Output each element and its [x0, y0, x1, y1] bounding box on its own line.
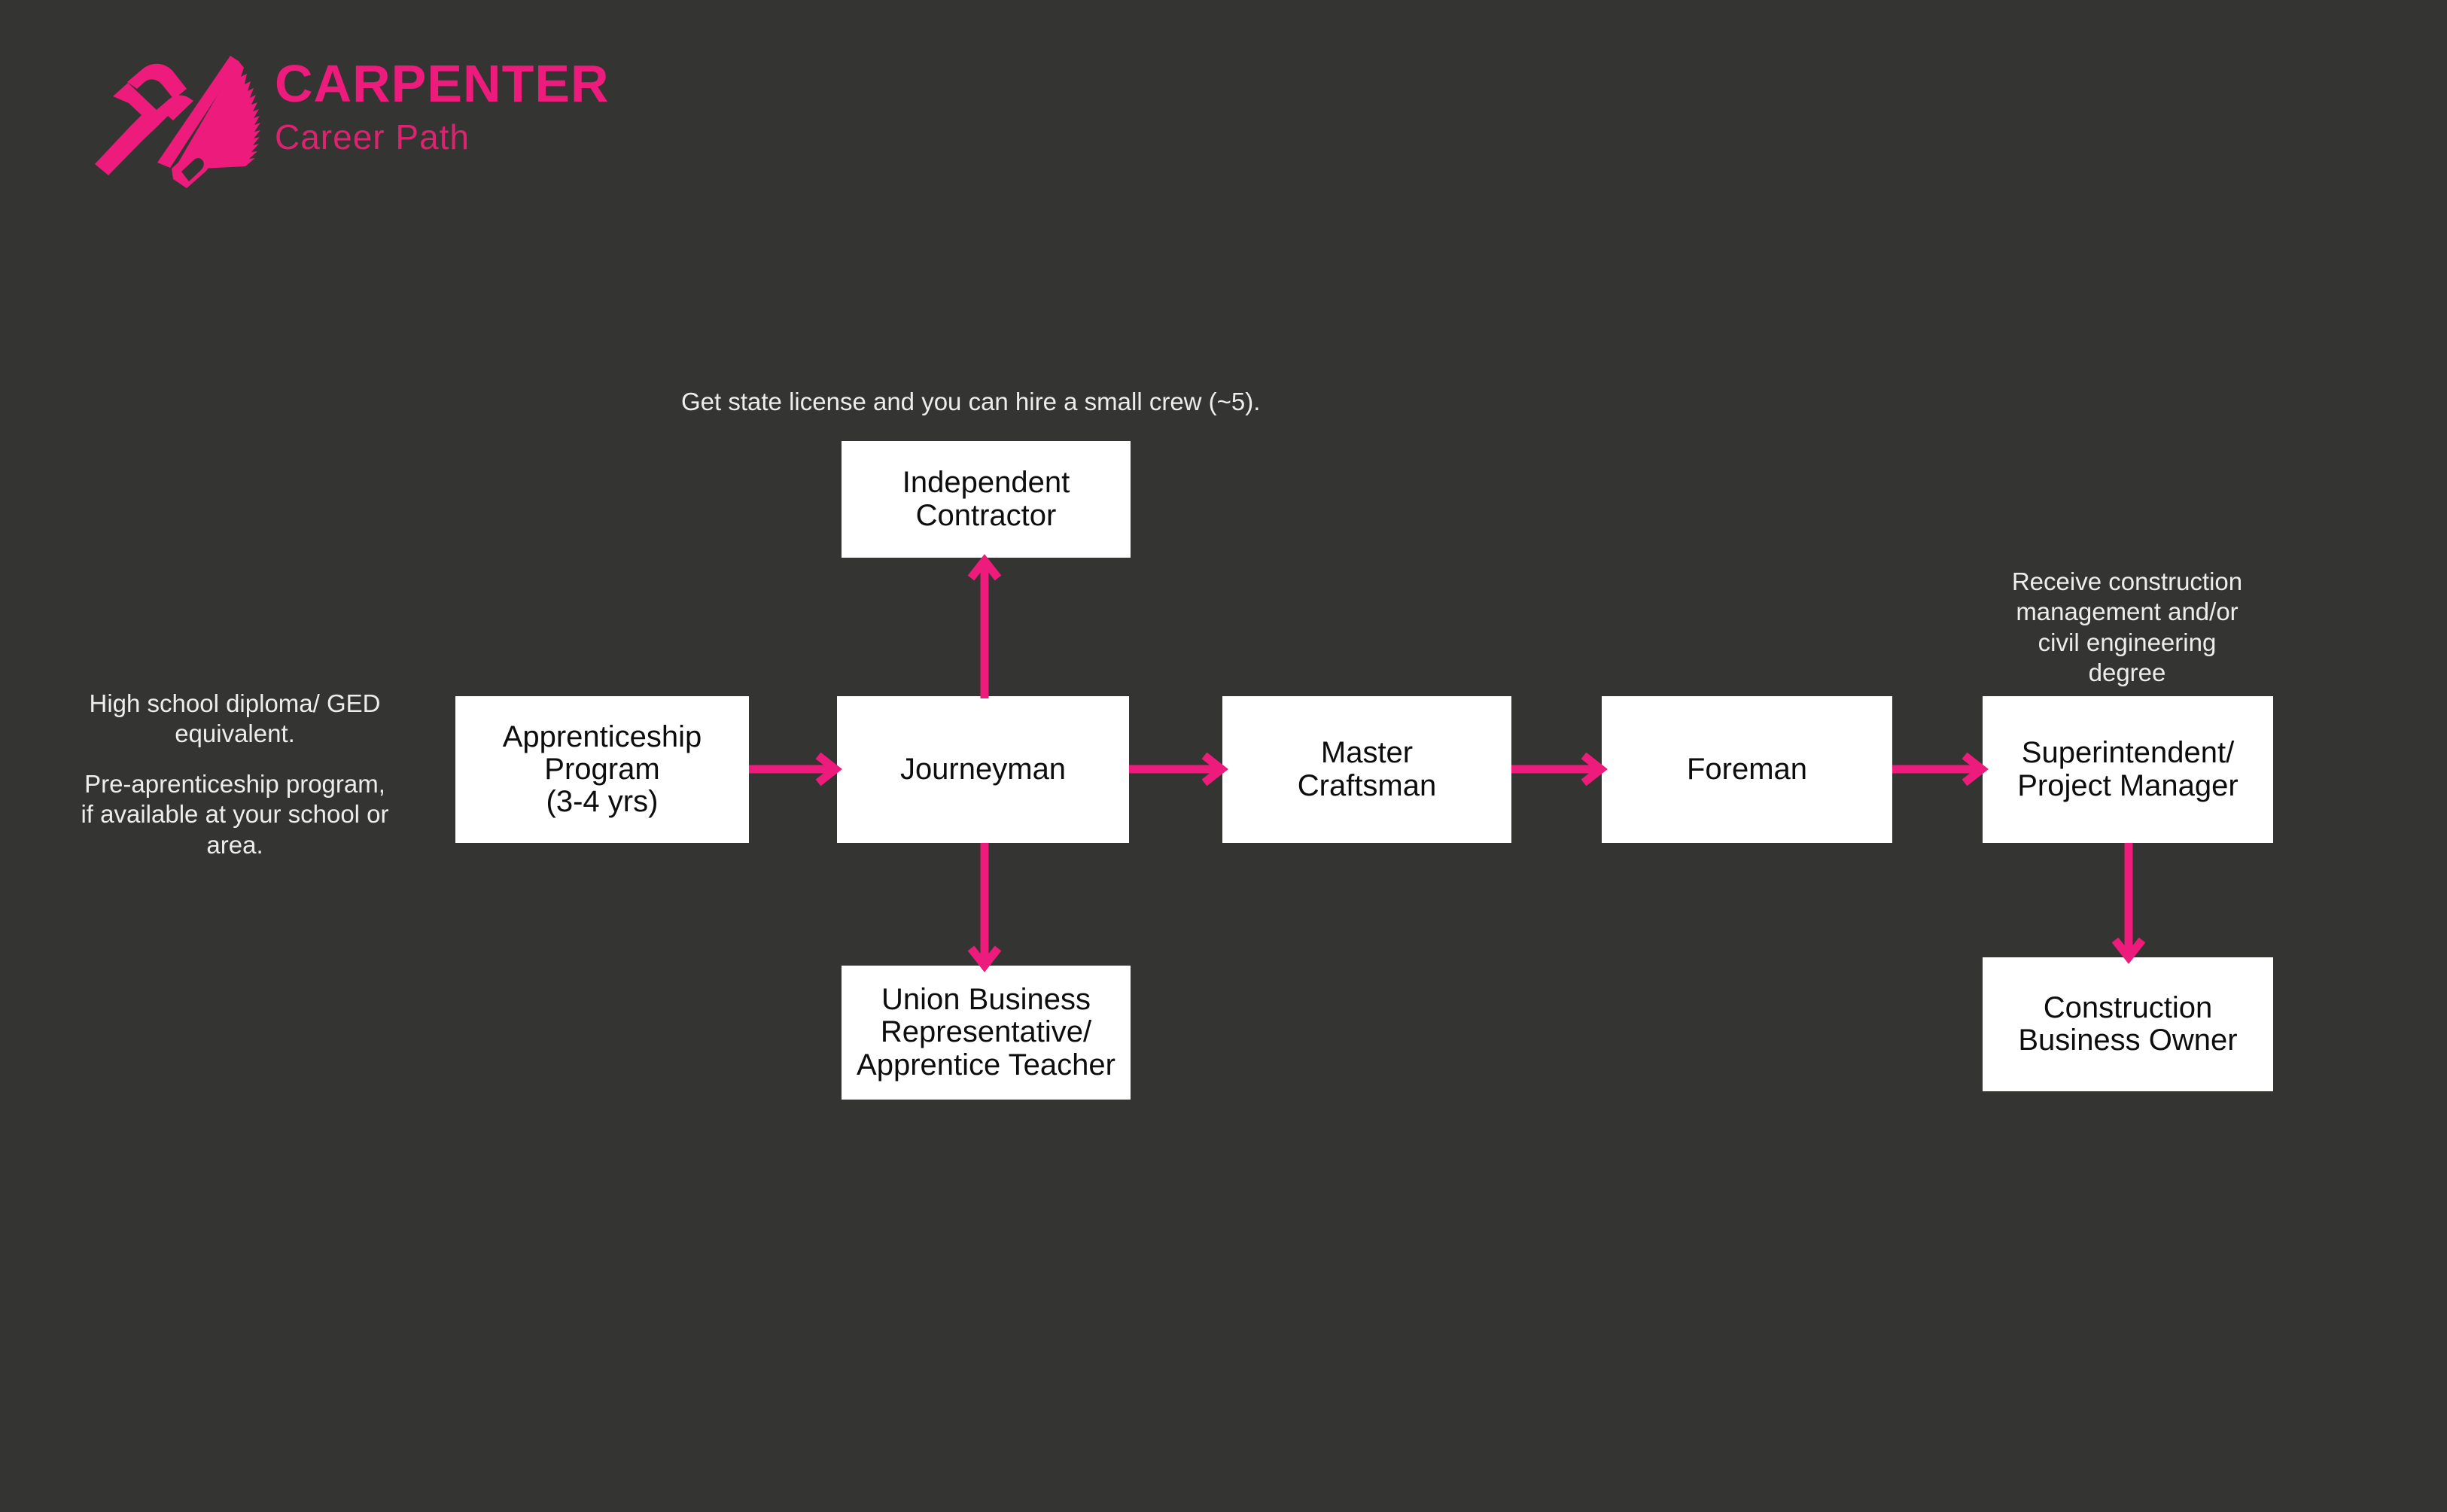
brand-wordmark: CARPENTER Career Path: [275, 57, 628, 154]
career-path-diagram: CARPENTER Career Path High school diplom…: [0, 0, 2447, 1512]
note-prerequisites-secondary: Pre-aprenticeship program, if available …: [81, 770, 389, 859]
note-prerequisites: High school diploma/ GED equivalent.: [89, 689, 381, 748]
node-label: Independent Contractor: [902, 466, 1070, 532]
brand-logo: CARPENTER Career Path: [83, 51, 625, 194]
arrow-superintendent-to-business-owner: [2111, 843, 2146, 964]
node-master-craftsman[interactable]: Master Craftsman: [1222, 696, 1511, 843]
node-independent-contractor[interactable]: Independent Contractor: [842, 441, 1131, 558]
arrow-journeyman-to-union-business-rep: [967, 843, 1002, 972]
node-label: Foreman: [1686, 752, 1808, 786]
node-label: Journeyman: [899, 752, 1067, 786]
arrow-journeyman-to-independent-contractor: [967, 554, 1002, 698]
node-label: Master Craftsman: [1297, 736, 1437, 802]
arrow-journeyman-to-master-craftsman: [1129, 752, 1228, 786]
note-superintendent-degree: Receive construction management and/or c…: [2011, 567, 2243, 686]
node-label: Construction Business Owner: [2018, 990, 2238, 1057]
brand-subtitle: Career Path: [275, 117, 470, 157]
node-union-business-representative[interactable]: Union Business Representative/ Apprentic…: [842, 966, 1131, 1100]
arrow-master-craftsman-to-foreman: [1511, 752, 1608, 786]
node-apprenticeship-program[interactable]: Apprenticeship Program (3-4 yrs): [455, 696, 749, 843]
node-journeyman[interactable]: Journeyman: [837, 696, 1129, 843]
node-superintendent-project-manager[interactable]: Superintendent/ Project Manager: [1983, 696, 2273, 843]
brand-title: CARPENTER: [275, 54, 610, 113]
node-foreman[interactable]: Foreman: [1602, 696, 1892, 843]
arrow-apprenticeship-to-journeyman: [749, 752, 842, 786]
node-label: Superintendent/ Project Manager: [2017, 736, 2239, 802]
note-contractor-license: Get state license and you can hire a sma…: [681, 388, 1261, 415]
node-label: Union Business Representative/ Apprentic…: [857, 983, 1115, 1082]
hammer-and-saw-icon: [83, 51, 278, 190]
node-label: Apprenticeship Program (3-4 yrs): [502, 719, 702, 819]
node-construction-business-owner[interactable]: Construction Business Owner: [1983, 957, 2273, 1091]
arrow-foreman-to-superintendent: [1892, 752, 1989, 786]
